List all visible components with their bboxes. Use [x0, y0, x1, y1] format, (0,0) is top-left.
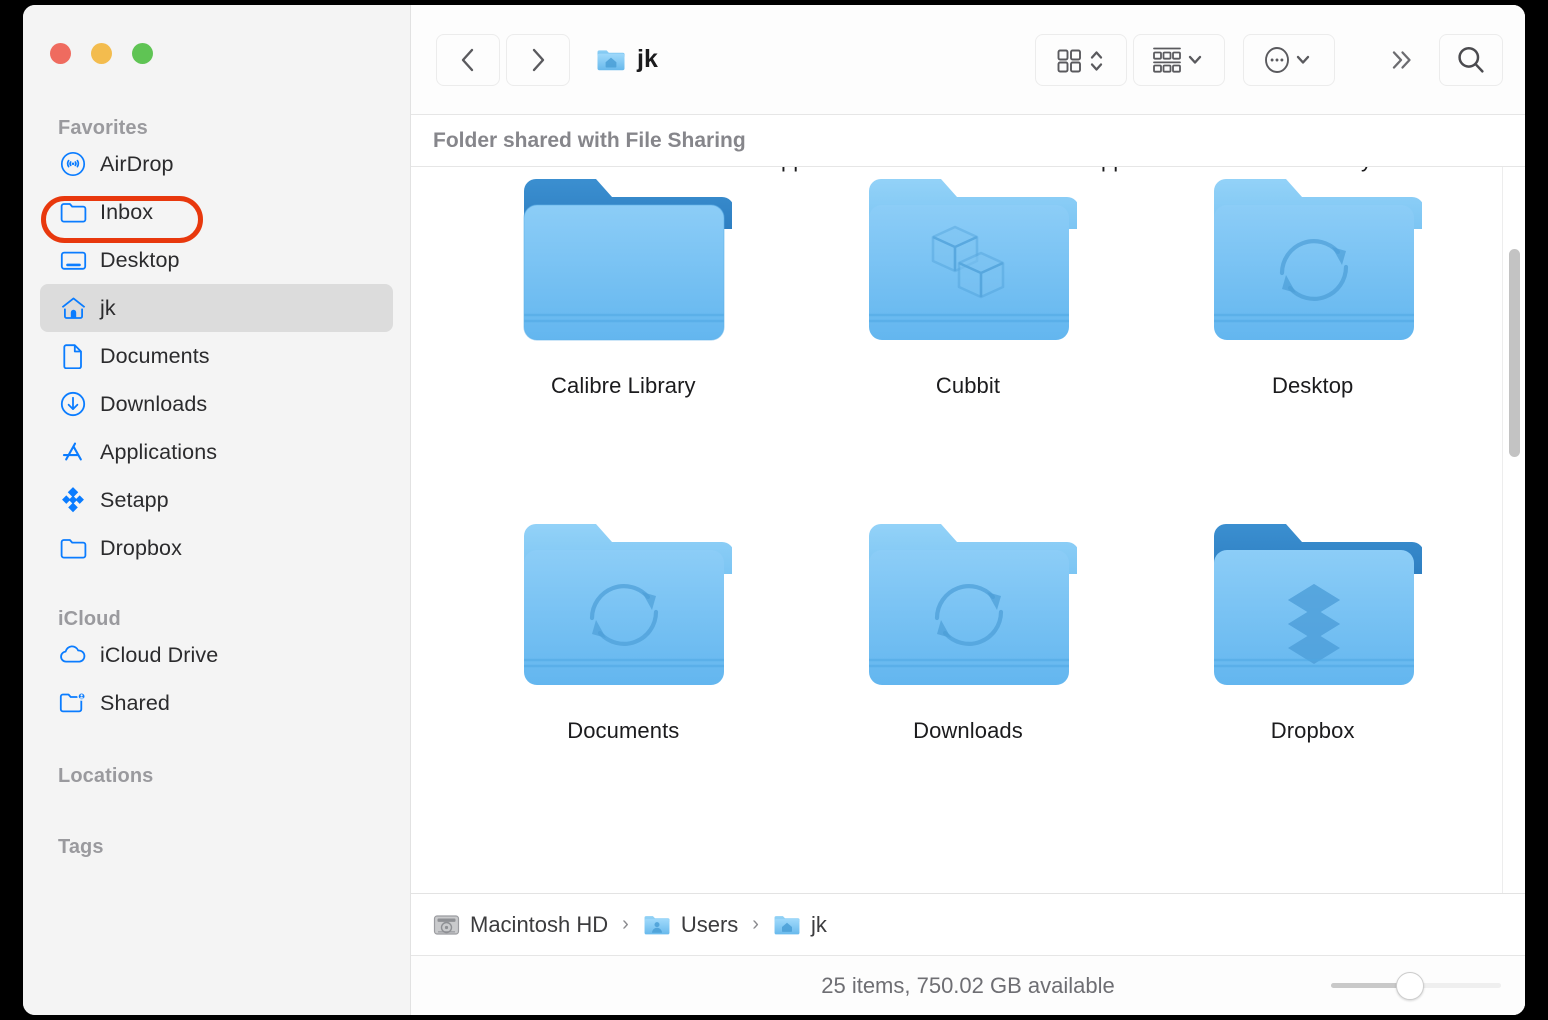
- breadcrumb-label: jk: [810, 911, 827, 937]
- slider-fill: [1331, 983, 1399, 988]
- sidebar-section-tags: Tags: [58, 836, 104, 858]
- shared-folder-banner: Folder shared with File Sharing: [411, 115, 1525, 167]
- plain-folder-dark-tab-icon: [514, 167, 733, 357]
- sync-folder-icon: [514, 512, 733, 702]
- breadcrumb-macintosh-hd[interactable]: Macintosh HD: [433, 912, 608, 938]
- sidebar-list-icloud: iCloud Drive Shared: [23, 631, 410, 727]
- folder-icon: [58, 533, 88, 563]
- minimize-button[interactable]: [91, 43, 112, 64]
- sidebar-item-label: Documents: [100, 343, 210, 368]
- finder-window: Favorites AirDrop Inbox Desktop jk Docum…: [23, 5, 1525, 1015]
- toolbar: jk: [411, 5, 1525, 115]
- sidebar-item-label: iCloud Drive: [100, 642, 219, 667]
- document-icon: [58, 341, 88, 371]
- breadcrumb-users[interactable]: Users: [643, 912, 738, 938]
- sidebar-item-label: Applications: [100, 439, 218, 464]
- sidebar-item-inbox[interactable]: Inbox: [40, 188, 393, 236]
- breadcrumb-jk[interactable]: jk: [773, 912, 827, 938]
- setapp-icon: [58, 485, 88, 515]
- sidebar-item-label: Desktop: [100, 247, 180, 272]
- file-grid-area[interactable]: pp pp y: [411, 167, 1525, 893]
- zoom-button[interactable]: [132, 43, 153, 64]
- sidebar-section-icloud: iCloud: [58, 608, 121, 630]
- app-store-icon: [58, 437, 88, 467]
- icon-view-button[interactable]: [1035, 33, 1127, 86]
- breadcrumb-separator: ›: [752, 913, 759, 935]
- shared-folder-banner-text: Folder shared with File Sharing: [433, 128, 746, 152]
- home-folder-icon: [773, 913, 801, 937]
- users-folder-icon: [643, 913, 671, 937]
- more-toolbar-items-button[interactable]: [1379, 38, 1423, 82]
- sidebar-item-desktop[interactable]: Desktop: [40, 236, 393, 284]
- sidebar-item-icloud-drive[interactable]: iCloud Drive: [40, 631, 393, 679]
- status-text: 25 items, 750.02 GB available: [821, 972, 1115, 998]
- status-bar: 25 items, 750.02 GB available: [411, 955, 1525, 1015]
- sidebar-item-label: jk: [100, 295, 116, 320]
- breadcrumb-label: Users: [680, 911, 739, 937]
- sidebar-item-label: Dropbox: [100, 535, 182, 560]
- sidebar: Favorites AirDrop Inbox Desktop jk Docum…: [23, 5, 411, 1015]
- shared-folder-icon: [58, 688, 88, 718]
- sidebar-item-label: AirDrop: [100, 151, 174, 176]
- back-button[interactable]: [436, 33, 500, 86]
- hard-drive-icon: [433, 913, 460, 937]
- sidebar-item-label: Shared: [100, 690, 170, 715]
- cloud-icon: [58, 640, 88, 670]
- download-circle-icon: [58, 389, 88, 419]
- main-pane: jk Folder shared with File Sharing Calib…: [411, 5, 1525, 1015]
- file-grid: Calibre Library Cubbit Desktop Documents…: [411, 167, 1525, 799]
- traffic-lights: [50, 43, 153, 64]
- window-title: jk: [596, 45, 658, 74]
- sidebar-item-applications[interactable]: Applications: [40, 428, 393, 476]
- icon-size-slider[interactable]: [1331, 971, 1501, 1000]
- file-item-label: Documents: [567, 718, 680, 743]
- sidebar-item-label: Downloads: [100, 391, 208, 416]
- dropbox-folder-icon: [1204, 512, 1422, 702]
- airdrop-icon: [58, 149, 88, 179]
- vertical-scrollbar[interactable]: [1502, 167, 1525, 893]
- close-button[interactable]: [50, 43, 71, 64]
- sidebar-item-jk[interactable]: jk: [40, 284, 393, 332]
- file-item[interactable]: Calibre Library: [451, 167, 796, 454]
- sidebar-item-airdrop[interactable]: AirDrop: [40, 140, 393, 188]
- file-item[interactable]: Downloads: [796, 454, 1141, 799]
- home-folder-icon: [596, 47, 626, 73]
- file-item[interactable]: Documents: [451, 454, 796, 799]
- scrollbar-thumb[interactable]: [1509, 249, 1520, 457]
- folder-icon: [58, 197, 88, 227]
- breadcrumb-separator: ›: [622, 913, 629, 935]
- sync-folder-icon: [1204, 167, 1422, 357]
- forward-button[interactable]: [506, 33, 570, 86]
- path-breadcrumb-bar: Macintosh HD › Users › jk: [411, 893, 1525, 955]
- action-menu-button[interactable]: [1243, 33, 1335, 86]
- file-item-label: Downloads: [913, 718, 1023, 743]
- sidebar-list-favorites: AirDrop Inbox Desktop jk Documents Downl…: [23, 140, 410, 572]
- sidebar-section-favorites: Favorites: [58, 117, 148, 139]
- sidebar-item-shared[interactable]: Shared: [40, 679, 393, 727]
- sidebar-item-setapp[interactable]: Setapp: [40, 476, 393, 524]
- sidebar-section-locations: Locations: [58, 765, 154, 787]
- file-item[interactable]: Cubbit: [796, 167, 1141, 454]
- cubbit-folder-icon: [859, 167, 1077, 357]
- file-item[interactable]: Desktop: [1140, 167, 1485, 454]
- sidebar-item-label: Setapp: [100, 487, 169, 512]
- file-item-label: Desktop: [1271, 373, 1354, 398]
- sidebar-item-label: Inbox: [100, 199, 154, 224]
- slider-knob[interactable]: [1395, 971, 1424, 1000]
- sync-folder-icon: [859, 512, 1077, 702]
- sidebar-item-documents[interactable]: Documents: [40, 332, 393, 380]
- home-icon: [58, 293, 88, 323]
- window-title-text: jk: [637, 45, 658, 73]
- file-item-label: Dropbox: [1270, 718, 1355, 743]
- sidebar-item-downloads[interactable]: Downloads: [40, 380, 393, 428]
- file-item[interactable]: Dropbox: [1140, 454, 1485, 799]
- display-icon: [58, 245, 88, 275]
- search-button[interactable]: [1439, 33, 1503, 86]
- file-item-label: Cubbit: [935, 373, 1001, 398]
- group-by-button[interactable]: [1133, 33, 1225, 86]
- file-item-label: Calibre Library: [551, 373, 696, 398]
- breadcrumb-label: Macintosh HD: [470, 911, 609, 937]
- sidebar-item-dropbox[interactable]: Dropbox: [40, 524, 393, 572]
